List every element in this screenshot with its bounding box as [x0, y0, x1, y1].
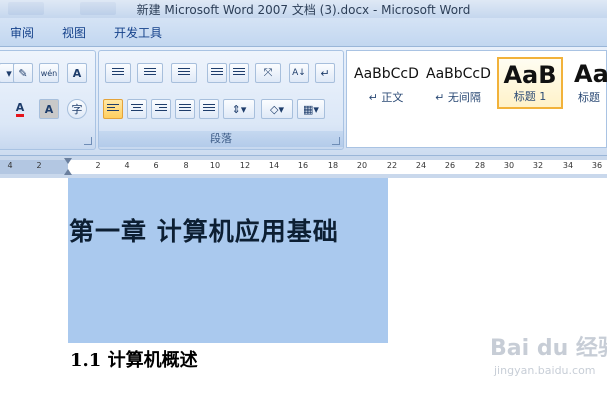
phonetic-guide-button[interactable]: wén	[39, 63, 59, 83]
ruler-tick: 30	[503, 161, 515, 170]
style-title[interactable]: AaE 标题	[569, 57, 607, 109]
bullets-button[interactable]	[105, 63, 131, 83]
tab-developer[interactable]: 开发工具	[114, 24, 162, 41]
ruler-tick: 2	[36, 161, 42, 170]
ruler-tick: 4	[124, 161, 130, 170]
ruler-tick: 28	[474, 161, 486, 170]
style-name: 标题 1	[513, 90, 547, 103]
watermark: Bai du 经验 jingyan.baidu.com	[490, 330, 607, 390]
chapter-heading[interactable]: 第一章 计算机应用基础	[69, 212, 339, 248]
watermark-url: jingyan.baidu.com	[494, 364, 596, 377]
paragraph-group-label: 段落	[99, 131, 343, 147]
paint-bucket-icon: ◇▾	[270, 102, 284, 116]
ruler-tick: 26	[444, 161, 456, 170]
char-border-button[interactable]: A	[67, 63, 87, 83]
font-group: ▾ ✎ wén A A A 字	[0, 50, 96, 150]
ruler-tick: 2	[95, 161, 101, 170]
paragraph-dialog-launcher-icon[interactable]	[332, 137, 340, 145]
styles-gallery: AaBbCcD ↵ 正文 AaBbCcD ↵ 无间隔 AaB 标题 1 AaE …	[346, 50, 607, 148]
sort-button[interactable]: A↓	[289, 63, 309, 83]
font-color-button[interactable]: A	[7, 99, 33, 119]
numbering-icon	[144, 68, 156, 78]
align-center-icon	[131, 104, 143, 114]
line-spacing-icon: ⇕▾	[231, 102, 247, 116]
align-center-button[interactable]	[127, 99, 147, 119]
style-sample: AaBbCcD	[354, 66, 419, 82]
char-border-icon: A	[72, 66, 82, 80]
paragraph-group: ⤧ A↓ ↵ ⇕▾ ◇▾ ▦▾ 段落	[98, 50, 344, 150]
hanging-indent-marker-icon[interactable]	[64, 169, 72, 175]
paragraph-mark-icon: ↵	[320, 66, 330, 80]
borders-icon: ▦▾	[303, 102, 319, 116]
decrease-indent-button[interactable]	[207, 63, 227, 83]
justify-icon	[179, 104, 191, 114]
title-bar: 新建 Microsoft Word 2007 文档 (3).docx - Mic…	[0, 0, 607, 18]
ribbon-tabs: 审阅 视图 开发工具	[0, 18, 607, 47]
align-right-button[interactable]	[151, 99, 171, 119]
char-shading-icon: A	[44, 102, 54, 116]
ruler-tick: 18	[327, 161, 339, 170]
ruler-tick: 20	[356, 161, 368, 170]
ruler-tick: 32	[532, 161, 544, 170]
multilevel-list-icon	[178, 68, 190, 78]
ruler-tick: 8	[183, 161, 189, 170]
numbering-button[interactable]	[137, 63, 163, 83]
align-right-icon	[155, 104, 167, 114]
tab-view[interactable]: 视图	[62, 24, 86, 41]
ruler-tick: 6	[153, 161, 159, 170]
line-spacing-button[interactable]: ⇕▾	[223, 99, 255, 119]
font-dialog-launcher-icon[interactable]	[84, 137, 92, 145]
show-marks-button[interactable]: ↵	[315, 63, 335, 83]
tab-review[interactable]: 审阅	[10, 24, 34, 41]
decrease-indent-icon	[211, 68, 223, 78]
enclose-char-icon: 字	[71, 103, 83, 116]
style-normal[interactable]: AaBbCcD ↵ 正文	[353, 57, 419, 109]
style-name: ↵ 无间隔	[435, 91, 481, 104]
multilevel-list-button[interactable]	[171, 63, 197, 83]
font-color-icon: A	[15, 101, 25, 117]
increase-indent-button[interactable]	[229, 63, 249, 83]
section-heading[interactable]: 1.1 计算机概述	[70, 346, 198, 372]
horizontal-ruler[interactable]: 4 2 2 4 6 8 10 12 14 16 18 20 22 24 26 2…	[0, 155, 607, 179]
first-line-indent-marker-icon[interactable]	[64, 158, 72, 164]
borders-button[interactable]: ▦▾	[297, 99, 325, 119]
style-sample: AaE	[574, 60, 607, 88]
style-heading-1[interactable]: AaB 标题 1	[497, 57, 563, 109]
ruler-tick: 36	[591, 161, 603, 170]
style-sample: AaBbCcD	[426, 66, 491, 82]
clear-format-button[interactable]: ✎	[13, 63, 33, 83]
ruler-tick: 24	[415, 161, 427, 170]
justify-button[interactable]	[175, 99, 195, 119]
distributed-button[interactable]	[199, 99, 219, 119]
align-left-button[interactable]	[103, 99, 123, 119]
ruler-tick: 16	[297, 161, 309, 170]
ruler-tick: 34	[562, 161, 574, 170]
style-name: ↵ 正文	[368, 91, 404, 104]
watermark-logo: Bai du 经验	[490, 336, 607, 361]
style-sample: AaB	[503, 61, 557, 89]
style-no-spacing[interactable]: AaBbCcD ↵ 无间隔	[425, 57, 491, 109]
ruler-tick: 10	[209, 161, 221, 170]
char-shading-button[interactable]: A	[39, 99, 59, 119]
bullets-icon	[112, 68, 124, 78]
ribbon: ▾ ✎ wén A A A 字 ⤧ A↓ ↵ ⇕▾ ◇▾ ▦▾ 段落 AaBbC…	[0, 47, 607, 155]
chinese-layout-button[interactable]: ⤧	[255, 63, 281, 83]
ruler-tick: 12	[239, 161, 251, 170]
align-left-icon	[107, 104, 119, 114]
phonetic-guide-icon: wén	[40, 68, 58, 78]
sort-icon: A↓	[292, 68, 306, 78]
ruler-tick: 14	[268, 161, 280, 170]
increase-indent-icon	[233, 68, 245, 78]
window-title: 新建 Microsoft Word 2007 文档 (3).docx - Mic…	[136, 3, 471, 17]
ruler-tick: 4	[7, 161, 13, 170]
ruler-tick: 22	[386, 161, 398, 170]
text-selection-highlight	[68, 178, 388, 343]
shading-button[interactable]: ◇▾	[261, 99, 293, 119]
enclose-char-button[interactable]: 字	[67, 99, 87, 119]
style-name: 标题	[578, 91, 600, 104]
distributed-icon	[203, 104, 215, 114]
chinese-layout-icon: ⤧	[263, 66, 273, 79]
